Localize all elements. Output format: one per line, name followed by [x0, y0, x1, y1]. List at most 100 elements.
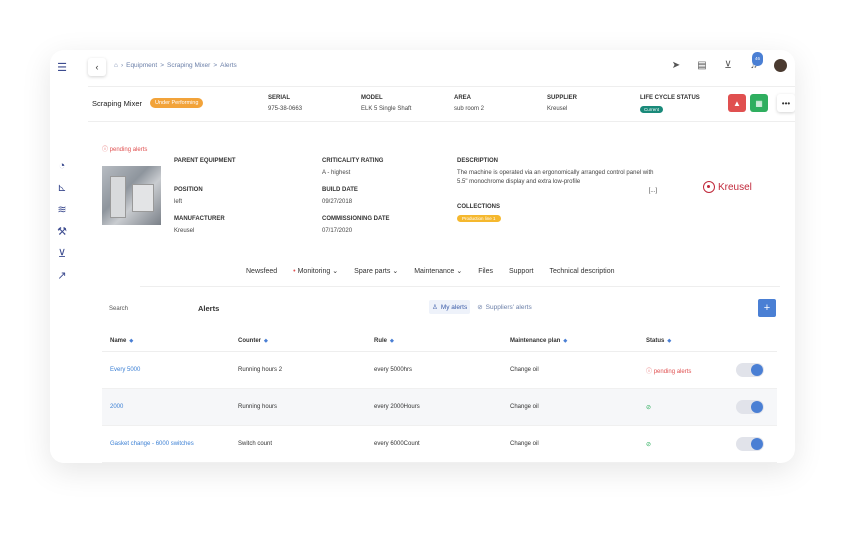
lifecycle-badge: Current [640, 106, 664, 113]
description-more[interactable]: [...] [457, 187, 657, 196]
breadcrumb-item-alerts: Alerts [220, 62, 237, 69]
my-alerts-tab[interactable]: ♙ My alerts [429, 300, 471, 314]
add-alert-button[interactable]: + [758, 299, 776, 317]
supplier-logo: Kreusel [703, 181, 752, 193]
parent-equipment: PARENT EQUIPMENT [174, 158, 236, 164]
check-circle-icon: ⊘ [646, 441, 652, 448]
table-row[interactable]: Every 5000 Running hours 2 every 5000hrs… [102, 352, 777, 389]
alert-plan: Change oil [510, 404, 539, 410]
alert-toggle[interactable] [736, 437, 764, 451]
alerts-table: Name ◆ Counter ◆ Rule ◆ Maintenance plan ◆ S… [102, 330, 777, 463]
alert-counter: Running hours 2 [238, 367, 283, 373]
serial-field: SERIAL 975-38-0663 [268, 95, 303, 112]
model-field: MODEL ELK 5 Single Shaft [361, 95, 412, 112]
alert-status: ⊘ [646, 441, 736, 448]
equipment-tree-icon[interactable]: ⊾ [56, 182, 68, 194]
sort-icon: ◆ [563, 337, 568, 344]
more-button[interactable]: ••• [777, 94, 795, 112]
alert-rule: every 5000hrs [374, 367, 413, 373]
manufacturer-field: MANUFACTURER Kreusel [174, 216, 225, 234]
id-card-icon[interactable]: ▤ [696, 60, 708, 72]
check-circle-icon: ⊘ [646, 404, 652, 411]
cart-icon[interactable]: ⊻ [56, 248, 68, 260]
menu-icon[interactable]: ☰ [56, 62, 68, 74]
analytics-icon[interactable]: ↗ [56, 270, 68, 282]
tab-files[interactable]: Files [470, 265, 501, 287]
tab-monitoring[interactable]: • Monitoring ⌄ [285, 265, 347, 287]
tab-newsfeed[interactable]: Newsfeed [238, 265, 285, 287]
tab-support[interactable]: Support [501, 265, 542, 287]
col-name[interactable]: Name ◆ [102, 338, 238, 344]
send-icon[interactable]: ➤ [670, 60, 682, 72]
alert-status: ⓘ pending alerts [646, 368, 692, 375]
status-badge: Under Performing [150, 98, 204, 108]
dashboard-icon[interactable]: ◔ [56, 160, 68, 172]
tab-divider [140, 286, 780, 287]
layers-icon[interactable]: ≋ [56, 204, 68, 216]
col-plan[interactable]: Maintenance plan ◆ [510, 338, 646, 344]
col-rule[interactable]: Rule ◆ [374, 338, 510, 344]
alert-rule: every 6000Count [374, 441, 420, 447]
alert-name[interactable]: Every 5000 [102, 367, 238, 373]
bell-icon[interactable]: ♫ 46 [748, 51, 764, 72]
alert-status: ⊘ [646, 404, 736, 411]
notification-badge: 46 [752, 51, 764, 66]
avatar[interactable] [774, 59, 787, 72]
area-field: AREA sub room 2 [454, 95, 485, 112]
sort-icon: ◆ [667, 337, 672, 344]
alert-plan: Change oil [510, 441, 539, 447]
table-header: Name ◆ Counter ◆ Rule ◆ Maintenance plan ◆ S… [102, 330, 777, 352]
kreusel-logo-icon [703, 181, 715, 193]
alert-name[interactable]: Gasket change - 6000 switches [102, 441, 238, 447]
alert-counter: Switch count [238, 441, 273, 447]
calendar-button[interactable]: ▦ [750, 94, 768, 112]
link-icon: ⊘ [477, 304, 483, 311]
table-row[interactable]: Gasket change - 6000 switches Switch cou… [102, 426, 777, 463]
table-row[interactable]: 2000 Running hours every 2000Hours Chang… [102, 389, 777, 426]
criticality-field: CRITICALITY RATING A - highest [322, 158, 384, 176]
chevron-down-icon: ⌄ [332, 268, 339, 275]
pending-alerts-indicator[interactable]: ⓘ pending alerts [102, 144, 147, 153]
alert-counter: Running hours [238, 404, 278, 410]
supplier-field: SUPPLIER Kreusel [547, 95, 578, 112]
sort-icon: ◆ [264, 337, 268, 344]
lifecycle-field: LIFE CYCLE STATUS Current [640, 95, 700, 113]
commissioning-date-field: COMMISSIONING DATE 07/17/2020 [322, 216, 390, 234]
col-status[interactable]: Status ◆ [646, 338, 736, 344]
topbar: ‹ ⌂ › Equipment > Scraping Mixer > Alert… [88, 50, 795, 86]
chevron-down-icon: ⌄ [392, 268, 399, 275]
tab-maintenance[interactable]: Maintenance ⌄ [406, 265, 470, 287]
collections-field: COLLECTIONS Production line 1 [457, 204, 501, 222]
tab-bar: Newsfeed • Monitoring ⌄ Spare parts ⌄ Ma… [238, 265, 622, 287]
tab-spare-parts[interactable]: Spare parts ⌄ [346, 265, 406, 287]
top-icons: ➤ ▤ ⊻ ♫ 46 [670, 51, 787, 72]
breadcrumb-item-mixer[interactable]: Scraping Mixer [167, 62, 210, 69]
equipment-image [102, 166, 161, 225]
chevron-down-icon: ⌄ [456, 268, 463, 275]
sort-icon: ◆ [390, 337, 394, 344]
description-field: DESCRIPTION The machine is operated via … [457, 158, 657, 196]
sort-icon: ◆ [129, 337, 134, 344]
alert-toggle[interactable] [736, 363, 764, 377]
cart-icon[interactable]: ⊻ [722, 60, 734, 72]
app-window: ☰ ◔ ⊾ ≋ ⚒ ⊻ ↗ ‹ ⌂ › Equipment > Scraping… [50, 50, 795, 463]
tab-technical-description[interactable]: Technical description [542, 265, 623, 287]
position-field: POSITION left [174, 187, 203, 205]
collection-badge[interactable]: Production line 1 [457, 215, 501, 222]
back-button[interactable]: ‹ [88, 58, 106, 76]
alerts-title: Alerts [198, 304, 220, 313]
alert-button[interactable]: ▲ [728, 94, 746, 112]
home-icon[interactable]: ⌂ [114, 62, 118, 69]
alert-toggle[interactable] [736, 400, 764, 414]
alert-plan: Change oil [510, 367, 539, 373]
alert-name[interactable]: 2000 [102, 404, 238, 410]
left-rail: ☰ ◔ ⊾ ≋ ⚒ ⊻ ↗ [50, 50, 90, 463]
search-input[interactable]: Search [109, 306, 128, 312]
alert-scope-toggle: ♙ My alerts ⊘ Suppliers' alerts [429, 300, 535, 314]
suppliers-alerts-tab[interactable]: ⊘ Suppliers' alerts [474, 300, 535, 314]
build-date-field: BUILD DATE 09/27/2018 [322, 187, 358, 205]
col-counter[interactable]: Counter ◆ [238, 338, 374, 344]
breadcrumb-item-equipment[interactable]: Equipment [126, 62, 157, 69]
pending-icon: ⓘ [646, 368, 653, 375]
wrench-icon[interactable]: ⚒ [56, 226, 68, 238]
